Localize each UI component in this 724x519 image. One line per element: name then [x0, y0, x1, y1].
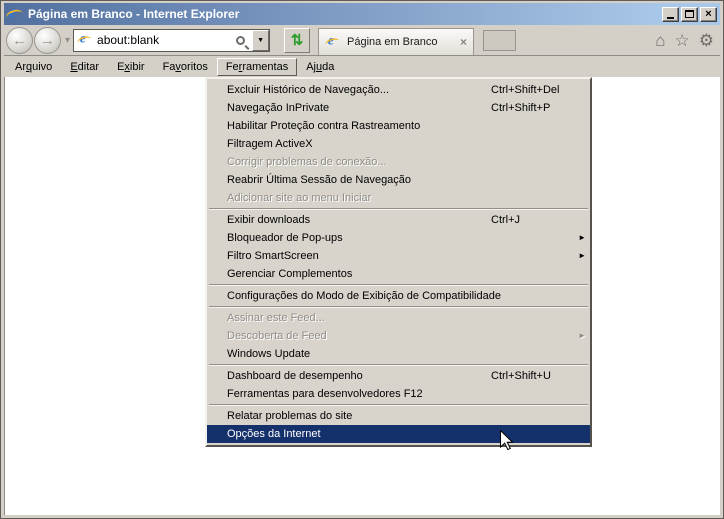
menu-separator	[209, 306, 588, 308]
menu-item-shortcut: Ctrl+Shift+Del	[491, 84, 560, 96]
ie-logo-icon: e	[7, 4, 23, 22]
address-bar: e ▼	[73, 28, 271, 52]
menu-item-label: Excluir Histórico de Navegação...	[227, 84, 390, 96]
forward-icon: →	[40, 31, 55, 49]
home-icon[interactable]: ⌂	[655, 32, 665, 49]
menu-item-label: Opções da Internet	[227, 428, 321, 440]
minimize-icon	[667, 16, 674, 19]
menu-separator	[209, 404, 588, 406]
menubar-item-editar[interactable]: Editar	[61, 58, 108, 76]
address-input[interactable]	[93, 33, 237, 47]
menu-item[interactable]: Gerenciar Complementos	[207, 265, 590, 283]
menu-item[interactable]: Dashboard de desempenho Ctrl+Shift+U	[207, 367, 590, 385]
back-button[interactable]: ←	[6, 26, 33, 54]
menu-item[interactable]: Configurações do Modo de Exibição de Com…	[207, 287, 590, 305]
menu-item: Adicionar site ao menu Iniciar	[207, 189, 590, 207]
menu-item[interactable]: Ferramentas para desenvolvedores F12	[207, 385, 590, 403]
menu-item-label: Corrigir problemas de conexão...	[227, 156, 387, 168]
menubar-item-ferramentas[interactable]: Ferramentas	[216, 57, 298, 76]
menubar-item-exibir[interactable]: Exibir	[108, 58, 154, 76]
menu-item-label: Windows Update	[227, 348, 311, 360]
close-icon: ×	[705, 8, 712, 20]
gear-icon[interactable]: ⚙	[699, 32, 714, 49]
tools-menu: Excluir Histórico de Navegação... Ctrl+Sh…	[205, 77, 592, 447]
menu-separator	[209, 284, 588, 286]
menu-item-label: Dashboard de desempenho	[227, 370, 363, 382]
menu-item[interactable]: Excluir Histórico de Navegação... Ctrl+Sh…	[207, 81, 590, 99]
refresh-button[interactable]: ⇅	[284, 27, 311, 53]
menu-item: Corrigir problemas de conexão...	[207, 153, 590, 171]
favorites-star-icon[interactable]: ☆	[675, 32, 690, 49]
menu-item[interactable]: Bloqueador de Pop-ups ►	[207, 229, 590, 247]
menu-item-shortcut: Ctrl+Shift+P	[491, 102, 551, 114]
menu-item-label: Ferramentas para desenvolvedores F12	[227, 388, 423, 400]
menu-item[interactable]: Exibir downloads Ctrl+J	[207, 211, 590, 229]
menu-item-label: Filtragem ActiveX	[227, 138, 313, 150]
command-icons: ⌂ ☆ ⚙	[655, 32, 714, 49]
menu-item-label: Gerenciar Complementos	[227, 268, 353, 280]
title-bar: e Página em Branco - Internet Explorer ×	[4, 3, 720, 25]
menu-item[interactable]: Opções da Internet	[207, 425, 590, 443]
menu-item[interactable]: Filtro SmartScreen ►	[207, 247, 590, 265]
menu-item-label: Reabrir Última Sessão de Navegação	[227, 174, 412, 186]
forward-button[interactable]: →	[34, 26, 61, 54]
window-title: Página em Branco - Internet Explorer	[28, 7, 240, 21]
close-button[interactable]: ×	[700, 6, 717, 22]
submenu-arrow-icon: ►	[578, 331, 586, 340]
menu-item-label: Relatar problemas do site	[227, 410, 353, 422]
menubar-item-ajuda[interactable]: Ajuda	[297, 58, 343, 76]
page-favicon-icon: e	[78, 32, 92, 47]
dropdown-arrow-icon: ▼	[257, 36, 264, 44]
maximize-button[interactable]	[681, 6, 698, 22]
tab-pagina-em-branco[interactable]: e Página em Branco ×	[318, 28, 475, 55]
tab-favicon-icon: e	[326, 34, 340, 49]
menu-item-label: Navegação InPrivate	[227, 102, 330, 114]
menu-item-label: Adicionar site ao menu Iniciar	[227, 192, 372, 204]
menu-item-label: Bloqueador de Pop-ups	[227, 232, 343, 244]
menu-item-shortcut: Ctrl+Shift+U	[491, 370, 551, 382]
recent-pages-chevron-icon[interactable]: ▾	[65, 35, 70, 46]
menu-item[interactable]: Habilitar Proteção contra Rastreamento	[207, 117, 590, 135]
menu-item-label: Filtro SmartScreen	[227, 250, 319, 262]
menu-item[interactable]: Relatar problemas do site	[207, 407, 590, 425]
tab-title: Página em Branco	[347, 36, 438, 48]
back-icon: ←	[12, 31, 27, 49]
menubar-item-arquivo[interactable]: Arquivo	[6, 58, 61, 76]
menu-item-label: Assinar este Feed...	[227, 312, 325, 324]
refresh-icon: ⇅	[290, 31, 304, 49]
submenu-arrow-icon: ►	[578, 233, 586, 242]
menu-item-label: Habilitar Proteção contra Rastreamento	[227, 120, 421, 132]
minimize-button[interactable]	[662, 6, 679, 22]
menu-item[interactable]: Reabrir Última Sessão de Navegação	[207, 171, 590, 189]
menu-bar: Arquivo Editar Exibir Favoritos Ferramentas A…	[4, 56, 720, 77]
navigation-bar: ← → ▾ e ▼ ⇅ e Página em Branco × ⌂ ☆ ⚙	[4, 25, 720, 56]
menu-item-label: Configurações do Modo de Exibição de Com…	[227, 290, 501, 302]
menu-item: Assinar este Feed...	[207, 309, 590, 327]
menu-separator	[209, 364, 588, 366]
maximize-icon	[685, 10, 694, 18]
window-controls: ×	[662, 6, 717, 22]
menu-item[interactable]: Navegação InPrivate Ctrl+Shift+P	[207, 99, 590, 117]
search-icon[interactable]	[236, 35, 246, 45]
menu-item-shortcut: Ctrl+J	[491, 214, 521, 226]
menu-item[interactable]: Filtragem ActiveX	[207, 135, 590, 153]
submenu-arrow-icon: ►	[578, 251, 586, 260]
address-dropdown-button[interactable]: ▼	[252, 29, 270, 51]
menu-item-label: Exibir downloads	[227, 214, 311, 226]
tab-close-icon[interactable]: ×	[460, 35, 467, 49]
new-tab-button[interactable]	[483, 29, 517, 51]
menu-item: Descoberta de Feed ►	[207, 327, 590, 345]
menubar-item-favoritos[interactable]: Favoritos	[154, 58, 217, 76]
menu-separator	[209, 208, 588, 210]
menu-item-label: Descoberta de Feed	[227, 330, 327, 342]
mouse-cursor	[500, 430, 514, 451]
menu-item[interactable]: Windows Update	[207, 345, 590, 363]
